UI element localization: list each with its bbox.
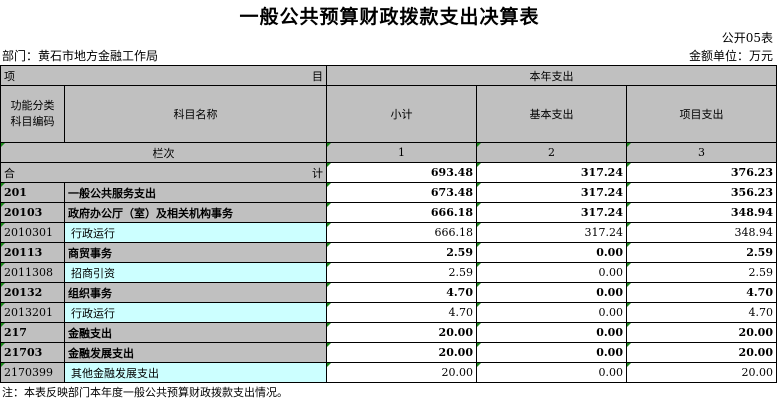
row-code: 2013201 — [0, 302, 65, 323]
row-basic: 317.24 — [476, 222, 627, 243]
row-subject-name: 商贸事务 — [64, 242, 327, 263]
header-row-1: 项 目 本年支出 — [0, 65, 777, 86]
header-subject-name: 科目名称 — [64, 85, 327, 143]
row-subject-name: 金融发展支出 — [64, 342, 327, 363]
row-code: 20103 — [0, 202, 65, 223]
row-project: 20.00 — [626, 322, 777, 343]
row-subject-name: 行政运行 — [64, 302, 327, 323]
department-label: 部门：黄石市地方金融工作局 — [2, 49, 159, 63]
table-row: 201 一般公共服务支出 673.48 317.24 356.23 — [0, 182, 777, 203]
row-subject-name: 金融支出 — [64, 322, 327, 343]
row-project: 348.94 — [626, 222, 777, 243]
header-col3: 3 — [626, 142, 777, 163]
form-code: 公开05表 — [721, 31, 773, 45]
header-xiang: 项 — [4, 69, 15, 83]
total-ji: 计 — [312, 166, 323, 180]
row-subtotal: 666.18 — [326, 202, 477, 223]
row-subtotal: 20.00 — [326, 322, 477, 343]
row-subject-name: 组织事务 — [64, 282, 327, 303]
row-subject-name: 招商引资 — [64, 262, 327, 283]
header-column-label: 栏次 — [0, 142, 327, 163]
header-basic-expense: 基本支出 — [476, 85, 627, 143]
row-subtotal: 20.00 — [326, 362, 477, 383]
header-mu: 目 — [312, 69, 323, 83]
table-row: 20132 组织事务 4.70 0.00 4.70 — [0, 282, 777, 303]
row-basic: 317.24 — [476, 182, 627, 203]
table-row: 2170399 其他金融发展支出 20.00 0.00 20.00 — [0, 362, 777, 383]
total-project: 376.23 — [626, 162, 777, 183]
report-title: 一般公共预算财政拨款支出决算表 — [239, 6, 540, 28]
row-subtotal: 20.00 — [326, 342, 477, 363]
header-row-2: 功能分类 科目编码 科目名称 小计 基本支出 项目支出 — [0, 85, 777, 143]
row-project: 2.59 — [626, 262, 777, 283]
row-basic: 0.00 — [476, 302, 627, 323]
table-note: 注：本表反映部门本年度一般公共预算财政拨款支出情况。 — [2, 386, 288, 399]
header-project-expense: 项目支出 — [626, 85, 777, 143]
total-row: 合 计 693.48 317.24 376.23 — [0, 162, 777, 183]
row-code: 20113 — [0, 242, 65, 263]
header-col2: 2 — [476, 142, 627, 163]
row-subject-name: 一般公共服务支出 — [64, 182, 327, 203]
total-he: 合 — [4, 166, 15, 180]
header-subtotal: 小计 — [326, 85, 477, 143]
table-row: 20103 政府办公厅（室）及相关机构事务 666.18 317.24 348.94 — [0, 202, 777, 223]
table-row: 2013201 行政运行 4.70 0.00 4.70 — [0, 302, 777, 323]
row-basic: 0.00 — [476, 242, 627, 263]
row-code: 2170399 — [0, 362, 65, 383]
row-basic: 0.00 — [476, 282, 627, 303]
row-subtotal: 4.70 — [326, 302, 477, 323]
header-xiangmu-cell: 项 目 — [0, 65, 327, 86]
row-project: 4.70 — [626, 282, 777, 303]
row-code: 217 — [0, 322, 65, 343]
expense-table: 项 目 本年支出 功能分类 科目编码 科目名称 小计 基本支出 项目支出 栏次 … — [0, 65, 777, 383]
row-subtotal: 4.70 — [326, 282, 477, 303]
row-basic: 0.00 — [476, 342, 627, 363]
row-code: 20132 — [0, 282, 65, 303]
row-project: 20.00 — [626, 342, 777, 363]
total-basic: 317.24 — [476, 162, 627, 183]
row-project: 348.94 — [626, 202, 777, 223]
row-subtotal: 2.59 — [326, 262, 477, 283]
row-basic: 0.00 — [476, 262, 627, 283]
row-project: 2.59 — [626, 242, 777, 263]
row-code: 2011308 — [0, 262, 65, 283]
row-subject-name: 行政运行 — [64, 222, 327, 243]
row-basic: 317.24 — [476, 202, 627, 223]
row-project: 20.00 — [626, 362, 777, 383]
row-subject-name: 政府办公厅（室）及相关机构事务 — [64, 202, 327, 223]
unit-label: 金额单位：万元 — [688, 49, 773, 63]
row-subject-name: 其他金融发展支出 — [64, 362, 327, 383]
total-subtotal: 693.48 — [326, 162, 477, 183]
table-row: 217 金融支出 20.00 0.00 20.00 — [0, 322, 777, 343]
row-code: 21703 — [0, 342, 65, 363]
table-row: 2011308 招商引资 2.59 0.00 2.59 — [0, 262, 777, 283]
row-code: 2010301 — [0, 222, 65, 243]
header-func-code: 功能分类 科目编码 — [0, 85, 65, 143]
header-col1: 1 — [326, 142, 477, 163]
table-row: 21703 金融发展支出 20.00 0.00 20.00 — [0, 342, 777, 363]
row-subtotal: 673.48 — [326, 182, 477, 203]
header-row-3: 栏次 1 2 3 — [0, 142, 777, 163]
row-basic: 0.00 — [476, 362, 627, 383]
row-code: 201 — [0, 182, 65, 203]
row-subtotal: 666.18 — [326, 222, 477, 243]
row-subtotal: 2.59 — [326, 242, 477, 263]
header-current-year-expense: 本年支出 — [326, 65, 777, 86]
table-row: 2010301 行政运行 666.18 317.24 348.94 — [0, 222, 777, 243]
row-basic: 0.00 — [476, 322, 627, 343]
total-label-cell: 合 计 — [0, 162, 327, 183]
table-row: 20113 商贸事务 2.59 0.00 2.59 — [0, 242, 777, 263]
row-project: 356.23 — [626, 182, 777, 203]
row-project: 4.70 — [626, 302, 777, 323]
